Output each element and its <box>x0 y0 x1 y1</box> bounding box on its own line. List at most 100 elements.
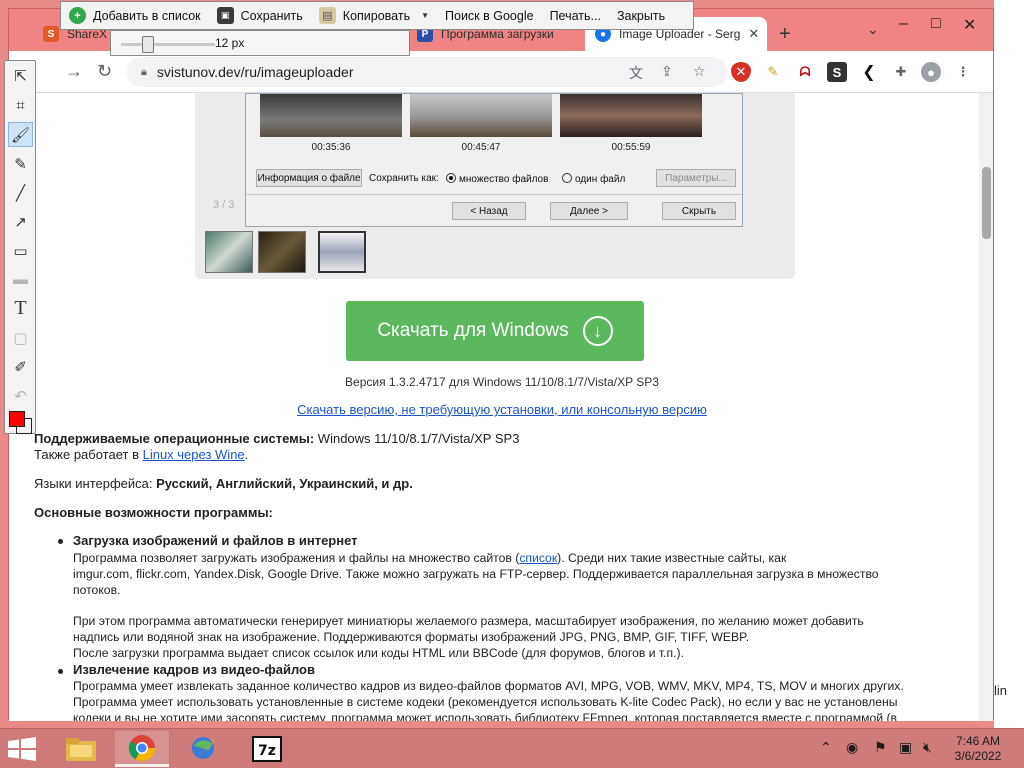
share-icon[interactable]: ⇪ <box>661 63 673 80</box>
scrollbar-thumb[interactable] <box>982 167 991 239</box>
flag-icon[interactable]: ⚑ <box>874 739 887 756</box>
chevron-down-icon[interactable]: ▼ <box>421 11 429 20</box>
page-viewport: 00:35:36 00:45:47 00:55:59 Информация о … <box>9 93 993 721</box>
close-window-button[interactable]: ✕ <box>963 15 976 35</box>
profile-avatar-icon[interactable]: ● <box>921 62 941 82</box>
save-button[interactable]: ▣ Сохранить <box>209 7 311 24</box>
gallery-thumbnail-active[interactable] <box>318 231 366 273</box>
shield-extension-icon[interactable]: ✕ <box>731 62 751 82</box>
image-uploader-icon[interactable] <box>176 731 230 767</box>
add-to-list-button[interactable]: + Добавить в список <box>61 7 209 24</box>
url-text: svistunov.dev/ru/imageuploader <box>156 64 354 80</box>
undo-icon[interactable]: ↶ <box>8 383 33 408</box>
os-label: Поддерживаемые операционные системы: <box>34 431 315 446</box>
bullet-icon <box>58 539 63 544</box>
reload-icon[interactable]: ↻ <box>97 61 112 82</box>
network-icon[interactable]: ▣ <box>899 739 912 756</box>
maximize-button[interactable]: □ <box>931 15 941 33</box>
print-button[interactable]: Печать... <box>542 9 609 23</box>
frame-timestamp: 00:45:47 <box>461 142 501 153</box>
hosting-list-link[interactable]: список <box>519 551 557 565</box>
gallery-thumbnail[interactable] <box>205 231 253 273</box>
arrow-icon[interactable]: ↗ <box>8 209 33 234</box>
option-label: множество файлов <box>459 174 549 185</box>
extensions-puzzle-icon[interactable]: ✚ <box>891 62 911 82</box>
select-icon[interactable]: ⇱ <box>8 63 33 88</box>
back-button: < Назад <box>452 202 526 220</box>
clock-date: 3/6/2022 <box>954 749 1002 763</box>
pencil-extension-icon[interactable]: ✎ <box>763 62 783 82</box>
frame-timestamp: 00:55:59 <box>611 142 651 153</box>
desktop-text-fragment: lin <box>994 683 1008 698</box>
line-icon[interactable]: ╱ <box>8 180 33 205</box>
save-as-label: Сохранить как: <box>369 173 439 184</box>
download-windows-button[interactable]: Скачать для Windows ↓ <box>346 301 644 361</box>
text-run: Программа позволяет загружать изображени… <box>73 551 520 565</box>
windows-start-icon[interactable] <box>6 736 38 762</box>
back-arrow-extension-icon[interactable]: ❮ <box>859 62 879 82</box>
google-search-label: Поиск в Google <box>445 8 534 23</box>
screenshot-gallery: 00:35:36 00:45:47 00:55:59 Информация о … <box>195 93 795 279</box>
s-extension-icon[interactable]: S <box>827 62 847 82</box>
volume-muted-icon[interactable]: 🔇︎ <box>923 739 932 756</box>
foreground-color-swatch[interactable] <box>9 411 25 427</box>
size-value: 12 px <box>215 36 245 50</box>
copy-label: Копировать <box>342 8 411 23</box>
feature-video-line: Программа умеет извлекать заданное колич… <box>73 679 904 693</box>
forward-icon[interactable]: → <box>65 61 83 82</box>
linux-suffix: . <box>244 447 249 462</box>
os-line: Поддерживаемые операционные системы: Win… <box>34 431 519 446</box>
size-slider-knob[interactable] <box>142 36 155 53</box>
features-heading: Основные возможности программы: <box>34 505 273 520</box>
minimize-button[interactable]: – <box>899 15 908 33</box>
7zip-icon[interactable]: 7z <box>240 731 294 767</box>
gallery-thumbnail[interactable] <box>258 231 306 273</box>
google-search-button[interactable]: Поиск в Google <box>437 9 542 23</box>
sharex-favicon-icon: S <box>43 26 59 42</box>
rectangle-icon[interactable]: ▭ <box>8 238 33 263</box>
copy-button[interactable]: ▤ Копировать ▼ <box>311 7 437 24</box>
eraser-icon[interactable]: ▢ <box>8 325 33 350</box>
menu-kebab-icon[interactable]: ⋮ <box>953 62 973 82</box>
feature-upload-line: потоков. <box>73 583 121 597</box>
frame-timestamp: 00:35:36 <box>311 142 351 153</box>
linux-wine-link[interactable]: Linux через Wine <box>143 447 245 462</box>
new-tab-icon[interactable]: + <box>779 23 791 46</box>
copy-icon: ▤ <box>318 7 336 24</box>
text-icon[interactable]: T <box>8 296 33 321</box>
bullet-icon <box>58 669 63 674</box>
download-button-label: Скачать для Windows <box>377 320 569 341</box>
ghost-extension-icon[interactable]: ᗣ <box>795 62 815 82</box>
size-slider-track[interactable] <box>121 43 215 46</box>
system-clock[interactable]: 7:46 AM 3/6/2022 <box>944 734 1012 764</box>
screenshot-dialog-image: 00:35:36 00:45:47 00:55:59 Информация о … <box>245 93 743 227</box>
print-label: Печать... <box>549 8 601 23</box>
tab-close-icon[interactable]: ✕ <box>748 26 759 42</box>
blur-icon[interactable]: ▬ <box>8 267 33 292</box>
feature-upload-line: После загрузки программа выдает список с… <box>73 646 684 660</box>
crop-icon[interactable]: ⌗ <box>8 93 33 118</box>
svg-text:7z: 7z <box>258 743 276 759</box>
show-hidden-icons-chevron[interactable]: ⌃ <box>820 739 832 756</box>
tab-search-chevron-icon[interactable]: ⌄ <box>867 21 879 38</box>
hide-button: Скрыть <box>662 202 736 220</box>
brush-icon[interactable]: 🖌︎ <box>8 122 33 147</box>
add-icon: + <box>69 7 86 24</box>
feature-video-line: Программа умеет использовать установленн… <box>73 695 898 709</box>
portable-version-link[interactable]: Скачать версию, не требующую установки, … <box>9 402 993 417</box>
feature-video-line: кодеки и вы не хотите ими засорять систе… <box>73 711 898 721</box>
chrome-icon[interactable] <box>115 731 169 767</box>
explorer-icon[interactable] <box>54 731 108 767</box>
feature-video-title: Извлечение кадров из видео-файлов <box>73 662 315 677</box>
radio-selected-icon <box>446 173 456 183</box>
desktop-background: lin <box>994 0 1024 728</box>
marker-icon[interactable]: ✎ <box>8 151 33 176</box>
linux-prefix: Также работает в <box>34 447 143 462</box>
network-app-tray-icon[interactable]: ◉ <box>846 739 858 756</box>
pipette-icon[interactable]: ✐ <box>8 354 33 379</box>
bookmark-star-icon[interactable]: ☆ <box>693 63 706 80</box>
close-editor-button[interactable]: Закрыть <box>609 9 673 23</box>
lock-icon: 🔒︎ <box>141 65 147 78</box>
text-run: ). Среди них такие известные сайты, как <box>557 551 787 565</box>
translate-icon[interactable]: 文 <box>629 63 643 83</box>
